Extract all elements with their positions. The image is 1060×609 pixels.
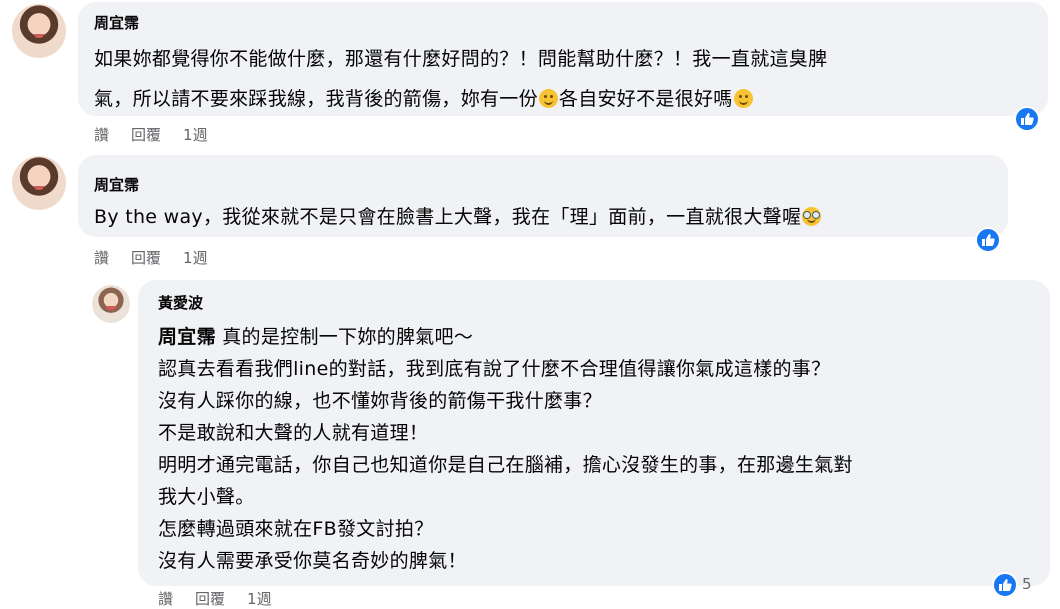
comment-text-part: 各自安好不是很好嗎 [558,88,733,110]
mention-link[interactable]: 周宜霈 [158,326,216,348]
reply-text-line: 明明才通完電話，你自己也知道你是自己在腦補，擔心沒發生的事，在那邊生氣對 [158,454,853,476]
comment-text-line: 如果妳都覺得你不能做什麼，那還有什麼好問的？！問能幫助什麼？！我一直就這臭脾 [94,48,828,70]
comment-author[interactable]: 周宜霈 [94,174,139,195]
replier-avatar[interactable] [92,285,130,323]
like-action[interactable]: 讚 [94,126,109,144]
reaction-count[interactable]: 5 [1022,575,1032,593]
like-action[interactable]: 讚 [158,590,173,608]
timestamp[interactable]: 1週 [183,249,208,267]
smile-emoji-icon [733,89,753,108]
reply-text-line: 怎麼轉過頭來就在FB發文討拍？ [158,518,434,540]
reply-text-line: 沒有人踩你的線，也不懂妳背後的箭傷干我什麼事？ [158,390,602,412]
comment-text-part: By the way，我從來就不是只會在臉書上大聲，我在「理」面前，一直就很大聲… [94,206,802,228]
comment-actions: 讚 回覆 1週 [94,247,230,268]
smile-emoji-icon [538,89,558,108]
like-reaction-icon[interactable] [992,572,1018,598]
reply-action[interactable]: 回覆 [131,126,161,144]
like-reaction-icon[interactable] [1014,106,1040,132]
reply-text-part: 真的是控制一下妳的脾氣吧～ [215,326,474,348]
comment-text-line: 氣，所以請不要來踩我線，我背後的箭傷，妳有一份 各自安好不是很好嗎 [94,84,754,111]
reply-action[interactable]: 回覆 [131,249,161,267]
reply-text-line: 認真去看看我們line的對話，我到底有說了什麼不合理值得讓你氣成這樣的事？ [158,358,831,380]
comment-author[interactable]: 周宜霈 [94,12,139,33]
like-action[interactable]: 讚 [94,249,109,267]
reply-author[interactable]: 黃愛波 [158,292,203,313]
comment-actions: 讚 回覆 1週 [94,124,230,145]
like-reaction-icon[interactable] [975,227,1001,253]
reply-text-line: 周宜霈 真的是控制一下妳的脾氣吧～ [158,322,473,349]
reply-text-line: 沒有人需要承受你莫名奇妙的脾氣！ [158,550,467,572]
reply-text-line: 我大小聲。 [158,486,255,508]
commenter-avatar[interactable] [12,4,66,58]
timestamp[interactable]: 1週 [183,126,208,144]
timestamp[interactable]: 1週 [247,590,272,608]
reply-text-line: 不是敢說和大聲的人就有道理！ [158,422,429,444]
reply-actions: 讚 回覆 1週 [158,588,294,609]
reply-action[interactable]: 回覆 [195,590,225,608]
comment-text-part: 氣，所以請不要來踩我線，我背後的箭傷，妳有一份 [94,88,538,110]
comment-text-line: By the way，我從來就不是只會在臉書上大聲，我在「理」面前，一直就很大聲… [94,202,822,229]
commenter-avatar[interactable] [12,156,66,210]
nerd-emoji-icon [802,207,822,226]
